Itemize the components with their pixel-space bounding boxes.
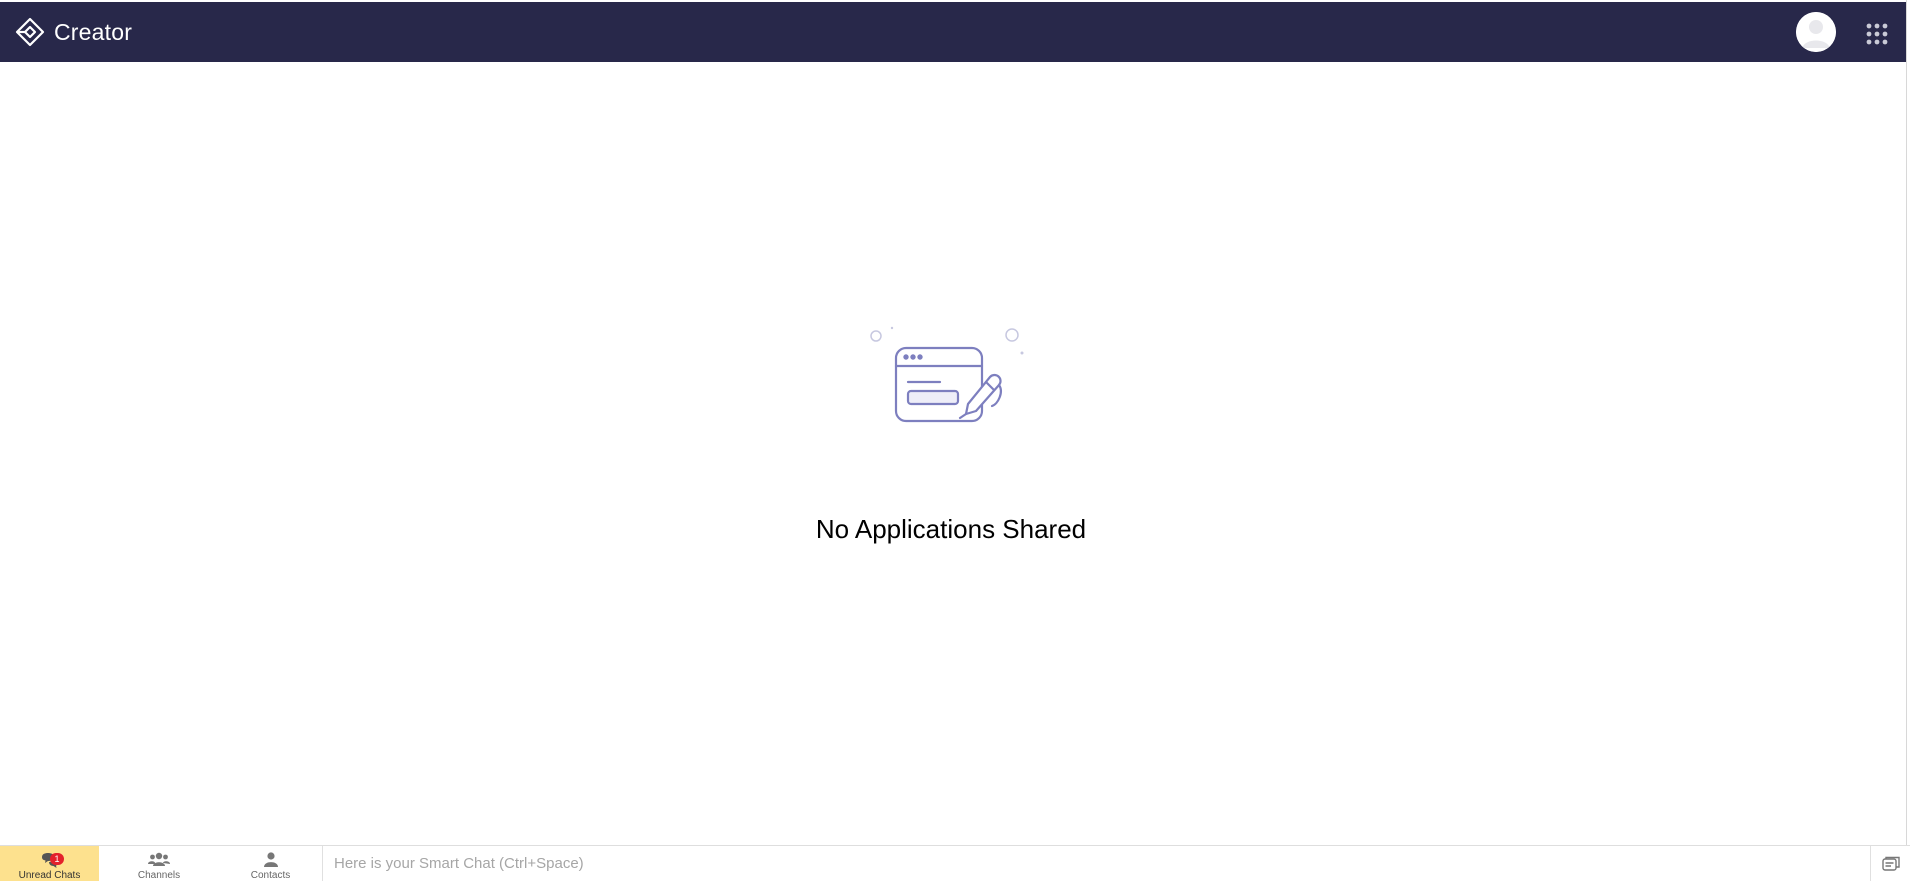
app-name: Creator — [54, 18, 133, 45]
avatar[interactable] — [1796, 12, 1836, 52]
tab-unread-chats[interactable]: 1 Unread Chats — [0, 846, 99, 881]
app-grid-icon[interactable] — [1866, 23, 1888, 45]
app-frame: Creator No Applications Shared — [0, 0, 1907, 880]
top-bar: Creator — [0, 2, 1906, 62]
brand[interactable]: Creator — [14, 16, 132, 48]
tab-label: Contacts — [250, 870, 291, 881]
smart-chat-bar: 1 Unread Chats Channels Contacts — [0, 845, 1910, 881]
tab-contacts[interactable]: Contacts — [219, 846, 323, 881]
empty-state: No Applications Shared — [0, 62, 1906, 845]
tab-channels[interactable]: Channels — [99, 846, 219, 881]
tab-label: Channels — [137, 870, 181, 881]
tab-label: Unread Chats — [18, 870, 81, 881]
smart-chat-input[interactable] — [324, 846, 1888, 880]
chat-window-icon[interactable] — [1870, 846, 1910, 881]
creator-logo-icon — [14, 16, 46, 48]
app-form-with-pen-illustration-icon — [860, 320, 1030, 495]
group-icon — [148, 851, 170, 872]
empty-message: No Applications Shared — [815, 514, 1087, 544]
person-icon — [263, 851, 279, 872]
unread-count-badge: 1 — [50, 853, 64, 865]
